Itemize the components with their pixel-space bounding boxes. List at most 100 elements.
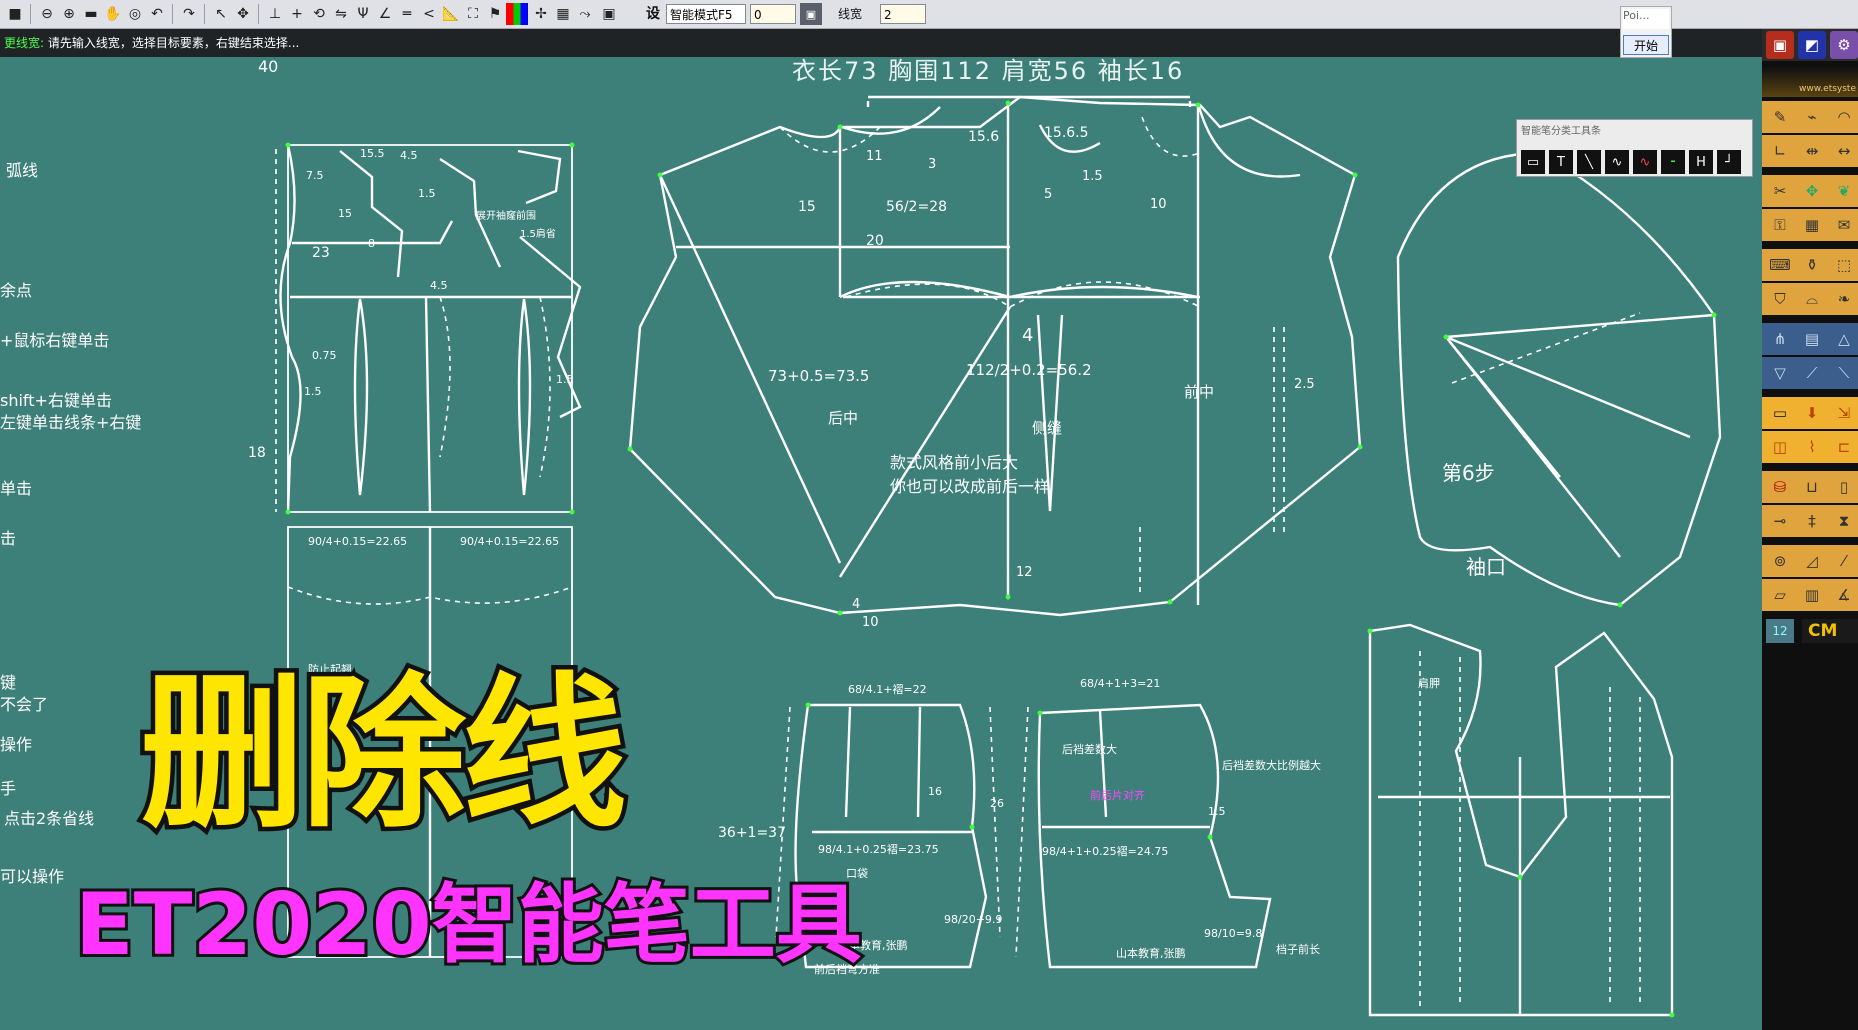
label-front-center: 前中 [1184, 383, 1215, 401]
line-width-label: 线宽 [838, 7, 863, 21]
line-tool-icon[interactable]: ╲ [1577, 150, 1601, 174]
h-tool-icon[interactable]: H [1689, 150, 1713, 174]
plant-icon[interactable]: ❦ [1830, 177, 1858, 205]
curve-icon[interactable]: ⤳ [574, 3, 596, 25]
move-icon[interactable]: ✥ [232, 3, 254, 25]
bag-icon[interactable]: ⛁ [1766, 473, 1794, 501]
value-field[interactable]: 0 [750, 4, 796, 24]
parallel-icon[interactable]: ═ [396, 3, 418, 25]
measure-label: 68/4.1+褶=22 [848, 683, 927, 696]
ruler-slant-icon[interactable]: ⟋ [1798, 359, 1826, 387]
toolbar-separator [172, 4, 173, 24]
straight-line-icon[interactable]: ⊥ [264, 3, 286, 25]
set-label[interactable]: 设 [646, 4, 660, 24]
help-line: 左键单击线条+右键 [0, 413, 142, 432]
comb-icon[interactable]: ⋔ [1766, 325, 1794, 353]
gear-icon[interactable]: ⚙ [1830, 31, 1858, 59]
window-icon[interactable]: ▬ [80, 3, 102, 25]
measure-tool-icon[interactable]: ↔ [1830, 137, 1858, 165]
bucket-icon[interactable]: ⛉ [1766, 285, 1794, 313]
pin-icon[interactable]: ✢ [530, 3, 552, 25]
undo-icon[interactable]: ↶ [146, 3, 168, 25]
sewing-machine-icon[interactable]: ⌨ [1766, 251, 1794, 279]
angle-icon[interactable]: ∠ [374, 3, 396, 25]
diagonal-icon[interactable]: ⟍ [1830, 359, 1858, 387]
mirror-icon[interactable]: ⇋ [330, 3, 352, 25]
measure-label: 4.5 [430, 279, 448, 292]
fork-icon[interactable]: Ψ [352, 3, 374, 25]
triangle-icon[interactable]: △ [1830, 325, 1858, 353]
rotate-icon[interactable]: ⟲ [308, 3, 330, 25]
tape-icon[interactable]: ⊚ [1766, 547, 1794, 575]
point-field[interactable]: Poi... [1623, 9, 1669, 29]
monitor-icon[interactable]: ▭ [1766, 399, 1794, 427]
start-button[interactable]: 开始 [1623, 35, 1669, 55]
grid-tool-icon[interactable]: ▦ [1798, 211, 1826, 239]
table-icon[interactable]: ▥ [1798, 581, 1826, 609]
spray-icon[interactable]: ⊸ [1766, 507, 1794, 535]
triangle-ruler-icon[interactable]: ◿ [1798, 547, 1826, 575]
window-split-icon[interactable]: ▣ [598, 3, 620, 25]
rect-tool-icon[interactable]: ▭ [1521, 150, 1545, 174]
leaf-icon[interactable]: ❧ [1830, 285, 1858, 313]
vase-icon[interactable]: ⧗ [1830, 507, 1858, 535]
help-line: 余点 [0, 281, 33, 300]
pen-tool-icon[interactable]: ✎ [1766, 103, 1794, 131]
dash-tool-icon[interactable]: ⁃ [1661, 150, 1685, 174]
cross-icon[interactable]: + [286, 3, 308, 25]
color-icon[interactable] [506, 3, 528, 25]
curve-tool-icon[interactable]: ∿ [1605, 150, 1629, 174]
stitch-icon[interactable]: ‡ [1798, 507, 1826, 535]
ruler-icon[interactable]: 📐 [440, 3, 462, 25]
slash-icon[interactable]: ⁄ [1830, 547, 1858, 575]
flag-icon[interactable]: ▣ [1766, 31, 1794, 59]
text-tool-icon[interactable]: T [1549, 150, 1573, 174]
zoom-in-icon[interactable]: ⊕ [58, 3, 80, 25]
select-icon[interactable]: ↖ [210, 3, 232, 25]
measure-icon[interactable]: ⛶ [462, 3, 484, 25]
scissors-icon[interactable]: ✂ [1766, 177, 1794, 205]
flip-icon[interactable]: ⚑ [484, 3, 506, 25]
measure-label: 15.6.5 [1044, 125, 1089, 141]
zoom-out-icon[interactable]: ⊖ [36, 3, 58, 25]
measure-label: 98/20+9.9 [944, 913, 1003, 926]
level-icon[interactable]: ⏥ [1766, 581, 1794, 609]
bottle-icon[interactable]: ⚱ [1798, 251, 1826, 279]
save-icon[interactable]: ■ [4, 3, 26, 25]
frame-icon[interactable]: ⬚ [1830, 251, 1858, 279]
arrow-icon[interactable]: < [418, 3, 440, 25]
page-icon[interactable]: ▯ [1830, 473, 1858, 501]
hand-icon[interactable]: ✋ [102, 3, 124, 25]
layers-icon[interactable]: ◩ [1798, 31, 1826, 59]
envelope-icon[interactable]: ✉ [1830, 211, 1858, 239]
move-points-icon[interactable]: ✥ [1798, 177, 1826, 205]
help-line: shift+右键单击 [0, 391, 112, 410]
line-style-icon[interactable]: ⌁ [1798, 103, 1826, 131]
measure-label: 1.5 [304, 385, 322, 398]
redo-icon[interactable]: ↷ [178, 3, 200, 25]
sleeve-icon[interactable]: ◫ [1766, 433, 1794, 461]
curve-edit-icon[interactable]: ⌇ [1798, 433, 1826, 461]
grid-icon[interactable]: ▦ [552, 3, 574, 25]
shoe-icon[interactable]: ⌓ [1798, 285, 1826, 313]
measure-label: 20 [866, 233, 884, 249]
split-tool-icon[interactable]: ⇹ [1798, 137, 1826, 165]
key-icon[interactable]: ⚿ [1766, 211, 1794, 239]
cup-icon[interactable]: ⊔ [1798, 473, 1826, 501]
wave-tool-icon[interactable]: ∿ [1633, 150, 1657, 174]
zoom-area-icon[interactable]: ◎ [124, 3, 146, 25]
pick-icon[interactable]: ▣ [800, 3, 822, 25]
corner-tool-icon[interactable]: ∟ [1766, 137, 1794, 165]
notch-icon[interactable]: ⊏ [1830, 433, 1858, 461]
chart-icon[interactable]: ▤ [1798, 325, 1826, 353]
smart-pen-toolbar[interactable]: 智能笔分类工具条 ▭ T ╲ ∿ ∿ ⁃ H ┘ [1516, 119, 1753, 177]
arc-tool-icon[interactable]: ◠ [1830, 103, 1858, 131]
download-icon[interactable]: ⬇ [1798, 399, 1826, 427]
corner-tool-icon[interactable]: ┘ [1717, 150, 1741, 174]
mode-select[interactable]: 智能模式F5 [666, 4, 746, 24]
line-angle-icon[interactable]: ∡ [1830, 581, 1858, 609]
funnel-icon[interactable]: ▽ [1766, 359, 1794, 387]
mini-widget[interactable]: Poi... 开始 [1620, 6, 1672, 58]
line-width-field[interactable]: 2 [880, 4, 926, 24]
expand-icon[interactable]: ⇲ [1830, 399, 1858, 427]
